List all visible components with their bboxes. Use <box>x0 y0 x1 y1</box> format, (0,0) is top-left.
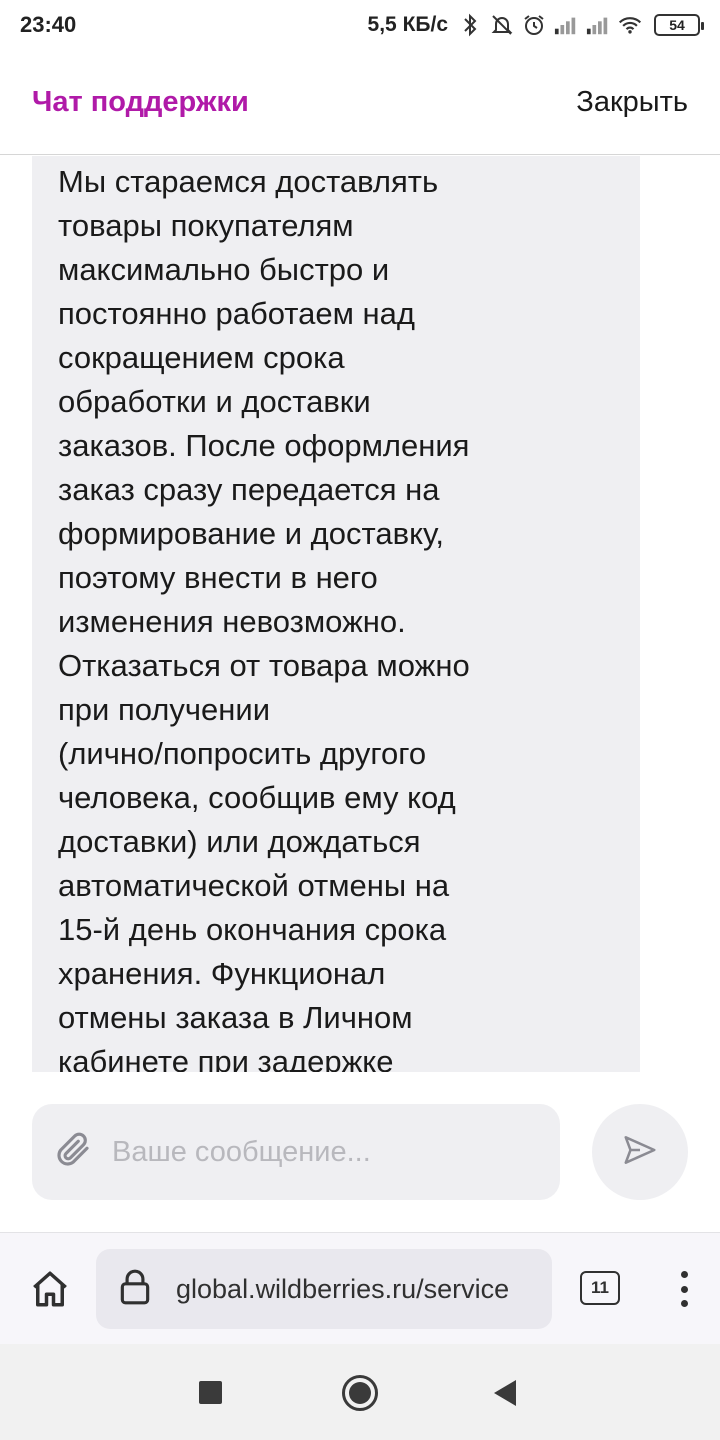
message-list[interactable]: Мы стараемся доставлять товары покупател… <box>0 156 720 1072</box>
message-line: при получении <box>58 692 271 727</box>
message-line: поэтому внести в него <box>58 560 378 595</box>
network-speed: 5,5 КБ/с <box>367 13 448 36</box>
message-line: Мы стараемся доставлять <box>58 164 439 199</box>
close-button[interactable]: Закрыть <box>576 86 688 119</box>
signal-icon <box>586 13 610 37</box>
chat-header: Чат поддержки Закрыть <box>0 50 720 155</box>
message-line: изменения невозможно. <box>58 604 406 639</box>
message-text: Мы стараемся доставлять товары покупател… <box>58 156 614 1072</box>
address-bar[interactable]: global.wildberries.ru/service <box>96 1249 552 1329</box>
lock-icon <box>118 1268 152 1311</box>
message-line: кабинете при задержке <box>58 1044 394 1072</box>
message-line: хранения. Функционал <box>58 956 386 991</box>
message-line: заказ сразу передается на <box>58 472 440 507</box>
mute-bell-icon <box>490 13 514 37</box>
message-input-wrapper <box>32 1104 560 1200</box>
message-line: максимально быстро и <box>58 252 390 287</box>
send-button[interactable] <box>592 1104 688 1200</box>
paperclip-icon[interactable] <box>52 1129 94 1176</box>
home-circle-icon[interactable] <box>342 1375 378 1411</box>
message-line: обработки и доставки <box>58 384 371 419</box>
back-icon[interactable] <box>494 1380 516 1406</box>
message-line: Отказаться от товара можно <box>58 648 470 683</box>
chat-title: Чат поддержки <box>32 85 249 118</box>
message-line: сокращением срока <box>58 340 345 375</box>
tab-count: 11 <box>591 1278 609 1297</box>
wifi-icon <box>618 13 642 37</box>
message-line: 15-й день окончания срока <box>58 912 447 947</box>
system-nav-bar <box>0 1344 720 1440</box>
battery-icon: 54 <box>654 14 704 36</box>
message-line: постоянно работаем над <box>58 296 415 331</box>
message-input[interactable] <box>112 1135 512 1169</box>
url-text: global.wildberries.ru/service <box>176 1273 510 1304</box>
message-line: доставки) или дождаться <box>58 824 421 859</box>
recents-icon[interactable] <box>199 1381 222 1404</box>
support-message-bubble: Мы стараемся доставлять товары покупател… <box>32 156 640 1072</box>
status-icons: 5,5 КБ/с 54 <box>367 13 704 37</box>
status-time: 23:40 <box>20 12 77 37</box>
message-line: отмены заказа в Личном <box>58 1000 413 1035</box>
message-line: заказов. После оформления <box>58 428 470 463</box>
send-icon <box>621 1131 659 1174</box>
signal-icon <box>554 13 578 37</box>
message-composer <box>0 1072 720 1232</box>
message-line: человека, сообщив ему код <box>58 780 456 815</box>
alarm-icon <box>522 13 546 37</box>
battery-level: 54 <box>669 17 685 33</box>
message-line: формирование и доставку, <box>58 516 444 551</box>
more-vert-icon[interactable] <box>668 1263 700 1315</box>
message-line: (лично/попросить другого <box>58 736 427 771</box>
message-line: товары покупателям <box>58 208 354 243</box>
browser-toolbar: global.wildberries.ru/service 11 <box>0 1232 720 1344</box>
tab-switcher-button[interactable]: 11 <box>580 1271 620 1305</box>
status-bar: 23:40 5,5 КБ/с 54 <box>0 0 720 50</box>
message-line: автоматической отмены на <box>58 868 450 903</box>
bluetooth-icon <box>458 13 482 37</box>
home-icon[interactable] <box>26 1265 74 1313</box>
